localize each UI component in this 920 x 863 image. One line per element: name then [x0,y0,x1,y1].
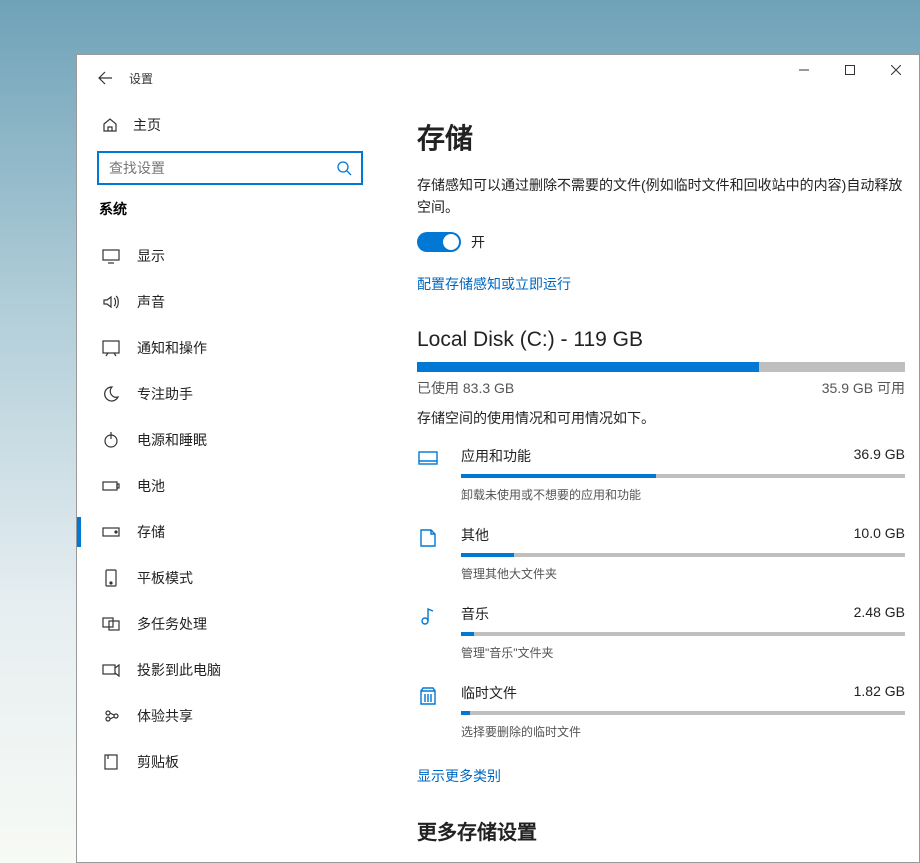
nav-icon [101,569,121,587]
content-area: 存储 存储感知可以通过删除不需要的文件(例如临时文件和回收站中的内容)自动释放空… [387,103,919,862]
nav-label: 显示 [137,246,165,266]
nav-icon [101,753,121,771]
nav-label: 体验共享 [137,706,193,726]
sidebar-item-10[interactable]: 体验共享 [97,693,387,739]
sidebar-item-8[interactable]: 多任务处理 [97,601,387,647]
storage-category-2[interactable]: 音乐 2.48 GB 管理"音乐"文件夹 [417,604,905,661]
search-box[interactable] [97,151,363,185]
nav-icon [101,293,121,311]
nav-label: 专注助手 [137,384,193,404]
category-icon [417,446,445,503]
search-input[interactable] [107,159,335,177]
nav-icon [101,431,121,449]
sidebar-item-0[interactable]: 显示 [97,233,387,279]
page-title: 存储 [417,117,905,157]
sidebar-item-7[interactable]: 平板模式 [97,555,387,601]
category-bar [461,474,905,478]
disk-free-label: 35.9 GB 可用 [822,378,905,398]
category-size: 36.9 GB [854,446,905,466]
settings-window: 设置 主页 系统 显示声音通知和操作专注助手电源和睡眠电池 [76,54,920,863]
category-size: 1.82 GB [854,683,905,703]
sidebar-home-label: 主页 [133,115,161,135]
app-title: 设置 [129,70,153,87]
nav-label: 电源和睡眠 [137,430,207,450]
category-icon [417,683,445,740]
close-button[interactable] [873,55,919,85]
minimize-button[interactable] [781,55,827,85]
maximize-button[interactable] [827,55,873,85]
disk-usage-bar [417,362,905,372]
nav-label: 平板模式 [137,568,193,588]
titlebar: 设置 [77,55,919,103]
sidebar-item-5[interactable]: 电池 [97,463,387,509]
nav-icon [101,523,121,541]
category-bar [461,632,905,636]
category-name: 临时文件 [461,683,517,703]
storage-sense-description: 存储感知可以通过删除不需要的文件(例如临时文件和回收站中的内容)自动释放空间。 [417,175,905,218]
show-more-categories-link[interactable]: 显示更多类别 [417,766,501,786]
nav-label: 电池 [137,476,165,496]
nav-label: 投影到此电脑 [137,660,221,680]
nav-icon [101,339,121,357]
category-bar [461,553,905,557]
nav-icon [101,477,121,495]
search-icon [335,160,353,176]
more-storage-settings-heading: 更多存储设置 [417,816,905,845]
nav-label: 存储 [137,522,165,542]
storage-sense-toggle[interactable] [417,232,461,252]
nav-label: 剪贴板 [137,752,179,772]
category-name: 应用和功能 [461,446,531,466]
category-size: 2.48 GB [854,604,905,624]
category-tip: 管理"音乐"文件夹 [461,644,905,661]
category-bar [461,711,905,715]
category-name: 音乐 [461,604,489,624]
category-tip: 选择要删除的临时文件 [461,723,905,740]
nav-icon [101,615,121,633]
disk-used-label: 已使用 83.3 GB [417,378,514,398]
nav-label: 通知和操作 [137,338,207,358]
nav-icon [101,247,121,265]
usage-description: 存储空间的使用情况和可用情况如下。 [417,408,905,428]
back-button[interactable] [85,58,125,98]
sidebar: 主页 系统 显示声音通知和操作专注助手电源和睡眠电池存储平板模式多任务处理投影到… [77,103,387,862]
sidebar-item-3[interactable]: 专注助手 [97,371,387,417]
category-name: 其他 [461,525,489,545]
storage-category-0[interactable]: 应用和功能 36.9 GB 卸载未使用或不想要的应用和功能 [417,446,905,503]
nav-label: 声音 [137,292,165,312]
storage-sense-toggle-label: 开 [471,232,485,252]
category-icon [417,525,445,582]
nav-icon [101,707,121,725]
sidebar-home[interactable]: 主页 [97,103,387,147]
category-tip: 卸载未使用或不想要的应用和功能 [461,486,905,503]
nav-icon [101,385,121,403]
sidebar-item-2[interactable]: 通知和操作 [97,325,387,371]
sidebar-item-11[interactable]: 剪贴板 [97,739,387,785]
home-icon [101,117,119,133]
nav-icon [101,661,121,679]
disk-title: Local Disk (C:) - 119 GB [417,328,905,352]
sidebar-item-6[interactable]: 存储 [97,509,387,555]
configure-storage-sense-link[interactable]: 配置存储感知或立即运行 [417,274,571,294]
sidebar-section-label: 系统 [99,199,387,219]
sidebar-item-4[interactable]: 电源和睡眠 [97,417,387,463]
category-icon [417,604,445,661]
storage-category-3[interactable]: 临时文件 1.82 GB 选择要删除的临时文件 [417,683,905,740]
sidebar-item-1[interactable]: 声音 [97,279,387,325]
category-tip: 管理其他大文件夹 [461,565,905,582]
sidebar-item-9[interactable]: 投影到此电脑 [97,647,387,693]
nav-label: 多任务处理 [137,614,207,634]
storage-category-1[interactable]: 其他 10.0 GB 管理其他大文件夹 [417,525,905,582]
category-size: 10.0 GB [854,525,905,545]
